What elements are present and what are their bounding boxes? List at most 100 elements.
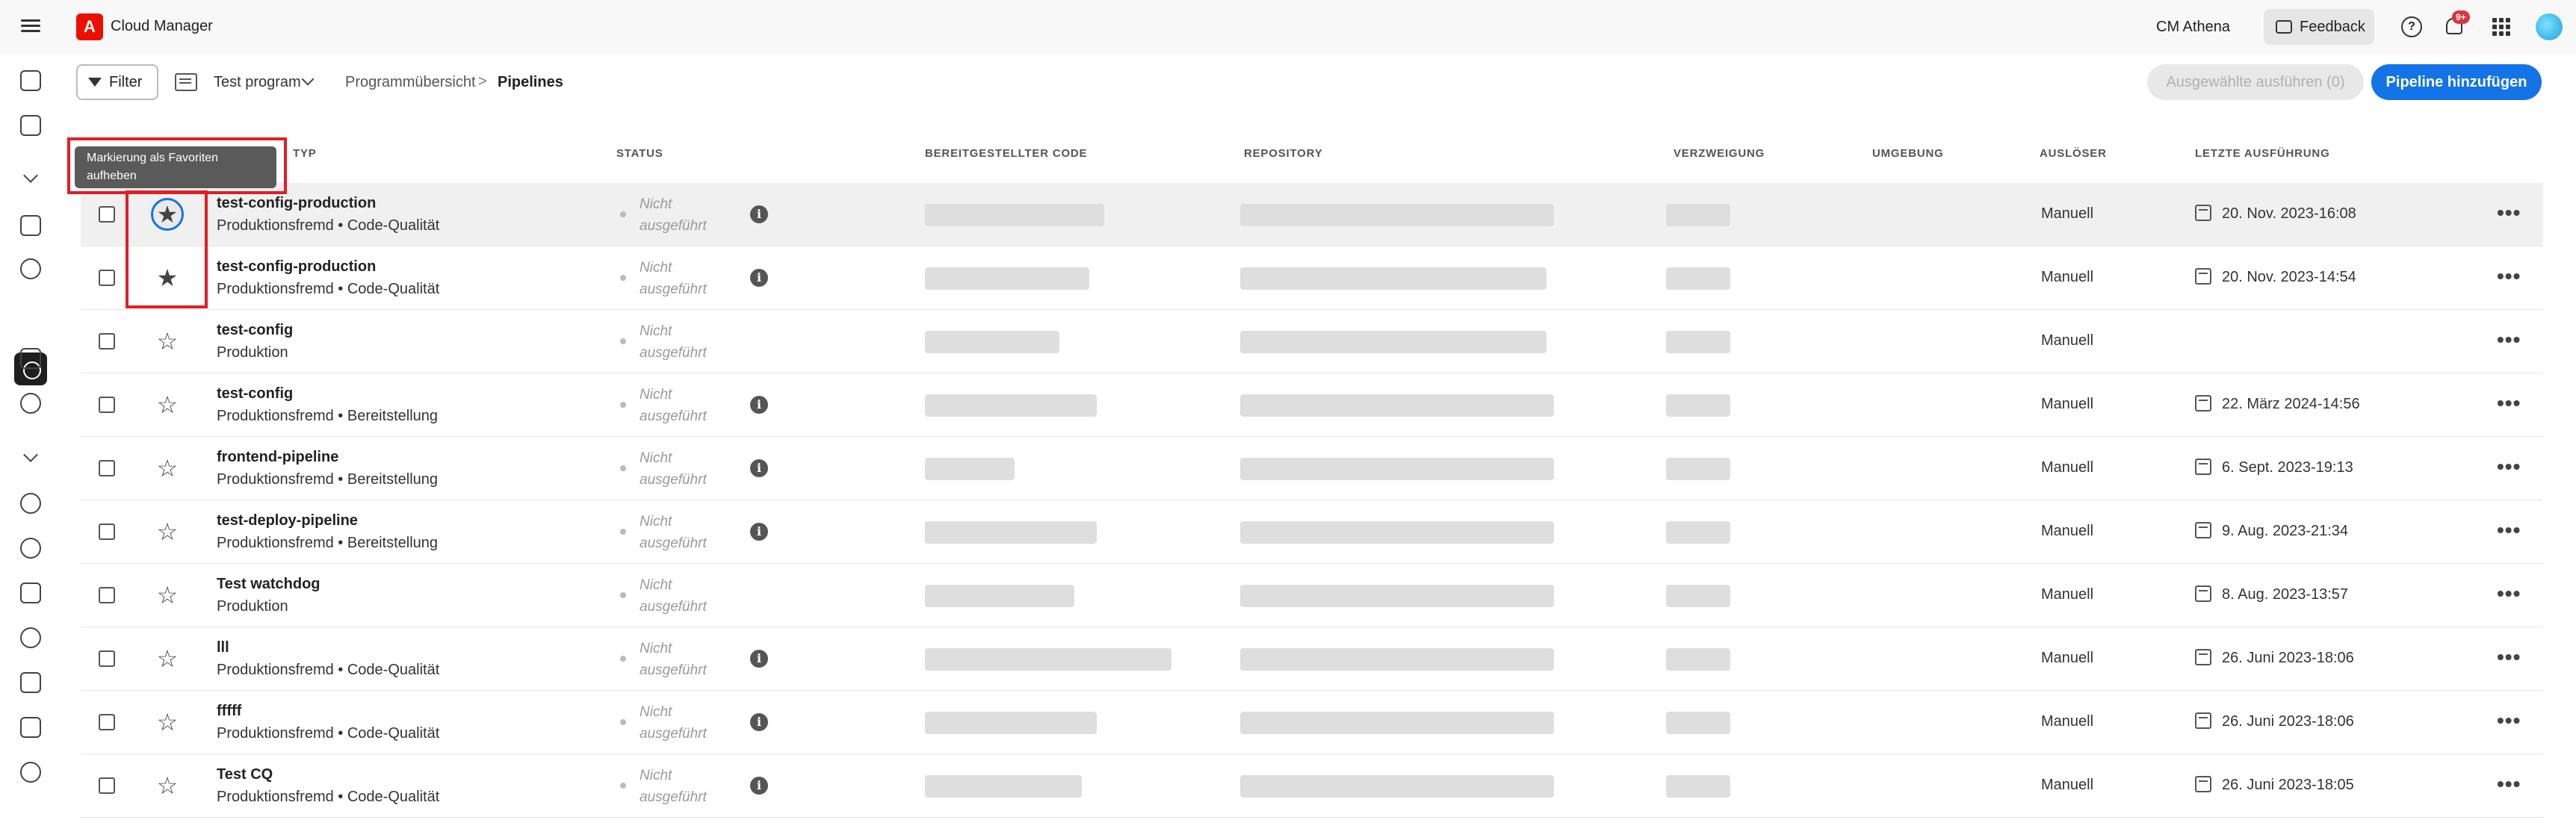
column-header-repository[interactable]: REPOSITORY	[1244, 147, 1323, 160]
column-header-branch[interactable]: VERZWEIGUNG	[1674, 147, 1765, 160]
filter-icon	[88, 78, 102, 87]
chevron-down-icon[interactable]	[20, 167, 41, 188]
more-actions-icon[interactable]: •••	[2497, 645, 2521, 669]
row-checkbox[interactable]	[99, 777, 115, 794]
row-checkbox[interactable]	[99, 714, 115, 730]
status-dot	[620, 275, 626, 281]
table-row[interactable]: ☆ test-config Produktionsfremd • Bereitste…	[81, 373, 2543, 437]
lock-icon[interactable]	[20, 583, 41, 603]
table-row[interactable]: ★ test-config-production Produktionsfremd …	[81, 183, 2543, 246]
pipeline-name[interactable]: Test CQ	[217, 766, 273, 783]
pipeline-name[interactable]: test-deploy-pipeline	[217, 512, 358, 529]
info-icon[interactable]: i	[750, 205, 768, 223]
feedback-button[interactable]: Feedback	[2264, 9, 2374, 45]
chevron-down-icon[interactable]	[301, 72, 315, 86]
cube-icon[interactable]	[20, 717, 41, 738]
row-checkbox[interactable]	[99, 333, 115, 350]
filter-button[interactable]: Filter	[76, 64, 158, 100]
info-icon[interactable]: i	[750, 523, 768, 541]
table-row[interactable]: ☆ Test CQ Produktionsfremd • Code-Qualität…	[81, 754, 2543, 818]
activity-icon[interactable]	[20, 115, 41, 136]
last-run-text: 20. Nov. 2023-16:08	[2222, 205, 2356, 222]
pipeline-name[interactable]: test-config	[217, 322, 293, 339]
star-outline-icon[interactable]: ☆	[151, 388, 184, 421]
chevron-down-icon[interactable]	[20, 447, 41, 468]
row-checkbox[interactable]	[99, 524, 115, 540]
avatar[interactable]	[2536, 13, 2563, 40]
star-outline-icon[interactable]: ☆	[151, 642, 184, 675]
history-icon[interactable]	[20, 762, 41, 783]
more-actions-icon[interactable]: •••	[2497, 772, 2521, 796]
help-icon[interactable]: ?	[2401, 16, 2422, 37]
pipeline-name[interactable]: test-config-production	[217, 258, 376, 276]
star-outline-icon[interactable]: ☆	[151, 579, 184, 612]
table-row[interactable]: ☆ lll Produktionsfremd • Code-Qualität Nich…	[81, 627, 2543, 691]
more-actions-icon[interactable]: •••	[2497, 582, 2521, 606]
row-checkbox[interactable]	[99, 650, 115, 667]
gear-icon[interactable]	[20, 538, 41, 559]
run-selected-button[interactable]: Ausgewählte ausführen (0)	[2147, 64, 2364, 100]
trigger-text: Manuell	[2041, 269, 2094, 285]
column-header-status[interactable]: STATUS	[616, 147, 663, 160]
star-outline-icon[interactable]: ☆	[151, 452, 184, 485]
row-checkbox[interactable]	[99, 397, 115, 413]
add-pipeline-button[interactable]: Pipeline hinzufügen	[2371, 64, 2542, 100]
pipeline-name[interactable]: Test watchdog	[217, 576, 321, 593]
breadcrumb-program-overview[interactable]: Programmübersicht	[345, 74, 476, 91]
redacted-repository	[1240, 521, 1554, 544]
column-header-trigger[interactable]: AUSLÖSER	[2040, 147, 2107, 160]
apps-grid-icon[interactable]	[2491, 16, 2512, 37]
redacted-code	[925, 712, 1097, 734]
more-actions-icon[interactable]: •••	[2497, 709, 2521, 733]
row-checkbox[interactable]	[99, 587, 115, 603]
status-text: Nicht ausgeführt	[640, 387, 707, 424]
reports-icon[interactable]	[20, 672, 41, 693]
row-checkbox[interactable]	[99, 206, 115, 223]
star-outline-icon[interactable]: ☆	[151, 515, 184, 548]
more-actions-icon[interactable]: •••	[2497, 264, 2521, 288]
table-row[interactable]: ★ test-config-production Produktionsfremd …	[81, 246, 2543, 310]
pipeline-name[interactable]: lll	[217, 639, 229, 656]
table-row[interactable]: ☆ Test watchdog Produktion Nicht ausgeführt…	[81, 564, 2543, 627]
notification-rail-icon[interactable]	[20, 258, 41, 279]
column-header-deployed-code[interactable]: BEREITGESTELLTER CODE	[925, 147, 1087, 160]
pipeline-name[interactable]: fffff	[217, 703, 241, 720]
more-actions-icon[interactable]: •••	[2497, 455, 2521, 479]
star-outline-icon[interactable]: ☆	[151, 769, 184, 802]
info-icon[interactable]: i	[750, 269, 768, 287]
dashboard-icon[interactable]	[20, 393, 41, 414]
info-icon[interactable]: i	[750, 650, 768, 668]
column-header-type[interactable]: TYP	[293, 147, 317, 160]
more-actions-icon[interactable]: •••	[2497, 518, 2521, 542]
more-actions-icon[interactable]: •••	[2497, 328, 2521, 352]
database-icon[interactable]	[20, 493, 41, 514]
info-icon[interactable]: i	[750, 396, 768, 414]
info-icon[interactable]: i	[750, 459, 768, 477]
pipeline-name[interactable]: test-config-production	[217, 195, 376, 212]
row-checkbox[interactable]	[99, 270, 115, 286]
more-actions-icon[interactable]: •••	[2497, 391, 2521, 415]
last-run-text: 6. Sept. 2023-19:13	[2222, 459, 2353, 476]
org-switcher[interactable]: CM Athena	[2156, 19, 2230, 36]
table-row[interactable]: ☆ test-config Produktion Nicht ausgeführt Ma…	[81, 310, 2543, 373]
info-icon[interactable]: i	[750, 713, 768, 731]
info-icon[interactable]: i	[750, 777, 768, 795]
column-header-environment[interactable]: UMGEBUNG	[1872, 147, 1944, 160]
menu-icon[interactable]	[21, 16, 40, 36]
adobe-logo[interactable]: A	[76, 13, 103, 40]
folder-icon[interactable]	[20, 348, 41, 369]
column-header-last-run[interactable]: LETZTE AUSFÜHRUNG	[2195, 147, 2330, 160]
more-actions-icon[interactable]: •••	[2497, 201, 2521, 225]
table-row[interactable]: ☆ fffff Produktionsfremd • Code-Qualität Ni…	[81, 691, 2543, 754]
home-icon[interactable]	[20, 70, 41, 91]
table-row[interactable]: ☆ frontend-pipeline Produktionsfremd • Ber…	[81, 437, 2543, 500]
row-checkbox[interactable]	[99, 460, 115, 476]
star-outline-icon[interactable]: ☆	[151, 706, 184, 739]
program-selector[interactable]: Test program	[214, 74, 301, 91]
star-outline-icon[interactable]: ☆	[151, 325, 184, 358]
pipeline-name[interactable]: test-config	[217, 385, 293, 403]
pipeline-name[interactable]: frontend-pipeline	[217, 449, 338, 466]
overview-icon[interactable]	[20, 215, 41, 236]
table-row[interactable]: ☆ test-deploy-pipeline Produktionsfremd • …	[81, 500, 2543, 564]
star-list-icon[interactable]	[20, 627, 41, 648]
